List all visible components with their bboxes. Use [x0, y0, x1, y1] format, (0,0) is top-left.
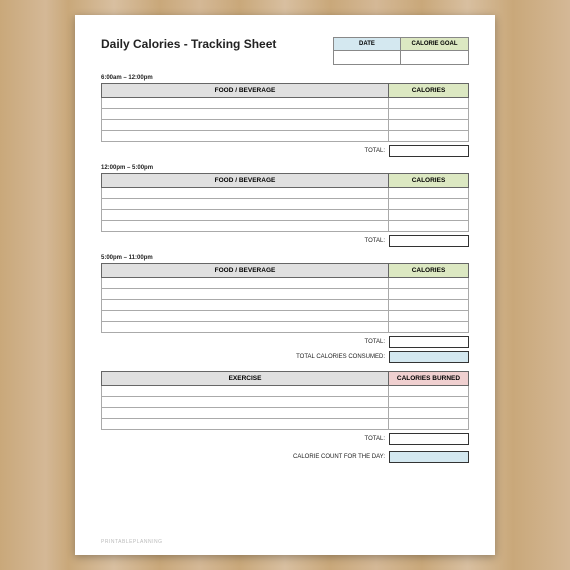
calories-header: CALORIES: [389, 173, 469, 188]
day-count-value[interactable]: [389, 451, 469, 463]
food-cell[interactable]: [101, 199, 389, 210]
total-value[interactable]: [389, 336, 469, 348]
header-boxes: DATE CALORIE GOAL: [333, 37, 469, 65]
food-cell[interactable]: [101, 300, 389, 311]
food-cell[interactable]: [101, 278, 389, 289]
food-cell[interactable]: [101, 289, 389, 300]
food-row: [101, 120, 469, 131]
cal-cell[interactable]: [389, 109, 469, 120]
calories-header: CALORIES: [389, 83, 469, 98]
exercise-cell[interactable]: [101, 408, 389, 419]
food-row: [101, 300, 469, 311]
brand-watermark: PRINTABLEPLANNING: [101, 539, 162, 545]
page-title: Daily Calories - Tracking Sheet: [101, 37, 276, 51]
food-row: [101, 188, 469, 199]
food-header: FOOD / BEVERAGE: [101, 83, 389, 98]
food-row: [101, 131, 469, 142]
total-value[interactable]: [389, 145, 469, 157]
burn-cell[interactable]: [389, 408, 469, 419]
cal-cell[interactable]: [389, 98, 469, 109]
consumed-label: TOTAL CALORIES CONSUMED:: [296, 354, 385, 360]
total-label: TOTAL:: [365, 436, 385, 442]
goal-label: CALORIE GOAL: [401, 37, 469, 51]
section-total: TOTAL:: [101, 336, 469, 348]
exercise-section: EXERCISE CALORIES BURNED TOTAL: CALORIE …: [101, 371, 469, 463]
morning-section: 6:00am – 12:00pm FOOD / BEVERAGE CALORIE…: [101, 75, 469, 157]
food-row: [101, 199, 469, 210]
food-header: FOOD / BEVERAGE: [101, 173, 389, 188]
burn-cell[interactable]: [389, 419, 469, 430]
afternoon-section: 12:00pm – 5:00pm FOOD / BEVERAGE CALORIE…: [101, 165, 469, 247]
burn-cell[interactable]: [389, 397, 469, 408]
cal-cell[interactable]: [389, 188, 469, 199]
cal-cell[interactable]: [389, 210, 469, 221]
food-cell[interactable]: [101, 188, 389, 199]
exercise-total: TOTAL:: [101, 433, 469, 445]
day-count-label: CALORIE COUNT FOR THE DAY:: [293, 454, 385, 460]
goal-value[interactable]: [401, 51, 469, 65]
cal-cell[interactable]: [389, 322, 469, 333]
food-cell[interactable]: [101, 120, 389, 131]
day-count-total: CALORIE COUNT FOR THE DAY:: [101, 451, 469, 463]
food-row: [101, 311, 469, 322]
date-label: DATE: [333, 37, 401, 51]
cal-cell[interactable]: [389, 311, 469, 322]
exercise-cell[interactable]: [101, 386, 389, 397]
food-cell[interactable]: [101, 322, 389, 333]
food-row: [101, 322, 469, 333]
food-cell[interactable]: [101, 311, 389, 322]
total-label: TOTAL:: [365, 339, 385, 345]
total-label: TOTAL:: [365, 148, 385, 154]
grid-header: FOOD / BEVERAGE CALORIES: [101, 83, 469, 98]
goal-box: CALORIE GOAL: [401, 37, 469, 65]
burn-cell[interactable]: [389, 386, 469, 397]
burned-header: CALORIES BURNED: [389, 371, 469, 386]
food-header: FOOD / BEVERAGE: [101, 263, 389, 278]
exercise-cell[interactable]: [101, 419, 389, 430]
grid-header: FOOD / BEVERAGE CALORIES: [101, 263, 469, 278]
consumed-value[interactable]: [389, 351, 469, 363]
exercise-row: [101, 408, 469, 419]
cal-cell[interactable]: [389, 300, 469, 311]
tracking-sheet-page: Daily Calories - Tracking Sheet DATE CAL…: [75, 15, 495, 555]
food-row: [101, 98, 469, 109]
food-cell[interactable]: [101, 109, 389, 120]
food-cell[interactable]: [101, 131, 389, 142]
cal-cell[interactable]: [389, 131, 469, 142]
calories-header: CALORIES: [389, 263, 469, 278]
section-total: TOTAL:: [101, 145, 469, 157]
evening-section: 5:00pm – 11:00pm FOOD / BEVERAGE CALORIE…: [101, 255, 469, 363]
exercise-header: EXERCISE: [101, 371, 389, 386]
cal-cell[interactable]: [389, 120, 469, 131]
section-total: TOTAL:: [101, 235, 469, 247]
food-row: [101, 278, 469, 289]
grid-header: EXERCISE CALORIES BURNED: [101, 371, 469, 386]
grid-header: FOOD / BEVERAGE CALORIES: [101, 173, 469, 188]
food-row: [101, 210, 469, 221]
cal-cell[interactable]: [389, 221, 469, 232]
food-cell[interactable]: [101, 98, 389, 109]
food-row: [101, 109, 469, 120]
cal-cell[interactable]: [389, 199, 469, 210]
food-row: [101, 289, 469, 300]
header-row: Daily Calories - Tracking Sheet DATE CAL…: [101, 37, 469, 65]
time-range: 5:00pm – 11:00pm: [101, 255, 469, 261]
consumed-total: TOTAL CALORIES CONSUMED:: [101, 351, 469, 363]
food-cell[interactable]: [101, 221, 389, 232]
total-value[interactable]: [389, 235, 469, 247]
exercise-row: [101, 386, 469, 397]
food-row: [101, 221, 469, 232]
exercise-cell[interactable]: [101, 397, 389, 408]
total-label: TOTAL:: [365, 238, 385, 244]
time-range: 6:00am – 12:00pm: [101, 75, 469, 81]
date-box: DATE: [333, 37, 401, 65]
cal-cell[interactable]: [389, 278, 469, 289]
date-value[interactable]: [333, 51, 401, 65]
food-cell[interactable]: [101, 210, 389, 221]
exercise-row: [101, 419, 469, 430]
time-range: 12:00pm – 5:00pm: [101, 165, 469, 171]
exercise-row: [101, 397, 469, 408]
cal-cell[interactable]: [389, 289, 469, 300]
total-value[interactable]: [389, 433, 469, 445]
